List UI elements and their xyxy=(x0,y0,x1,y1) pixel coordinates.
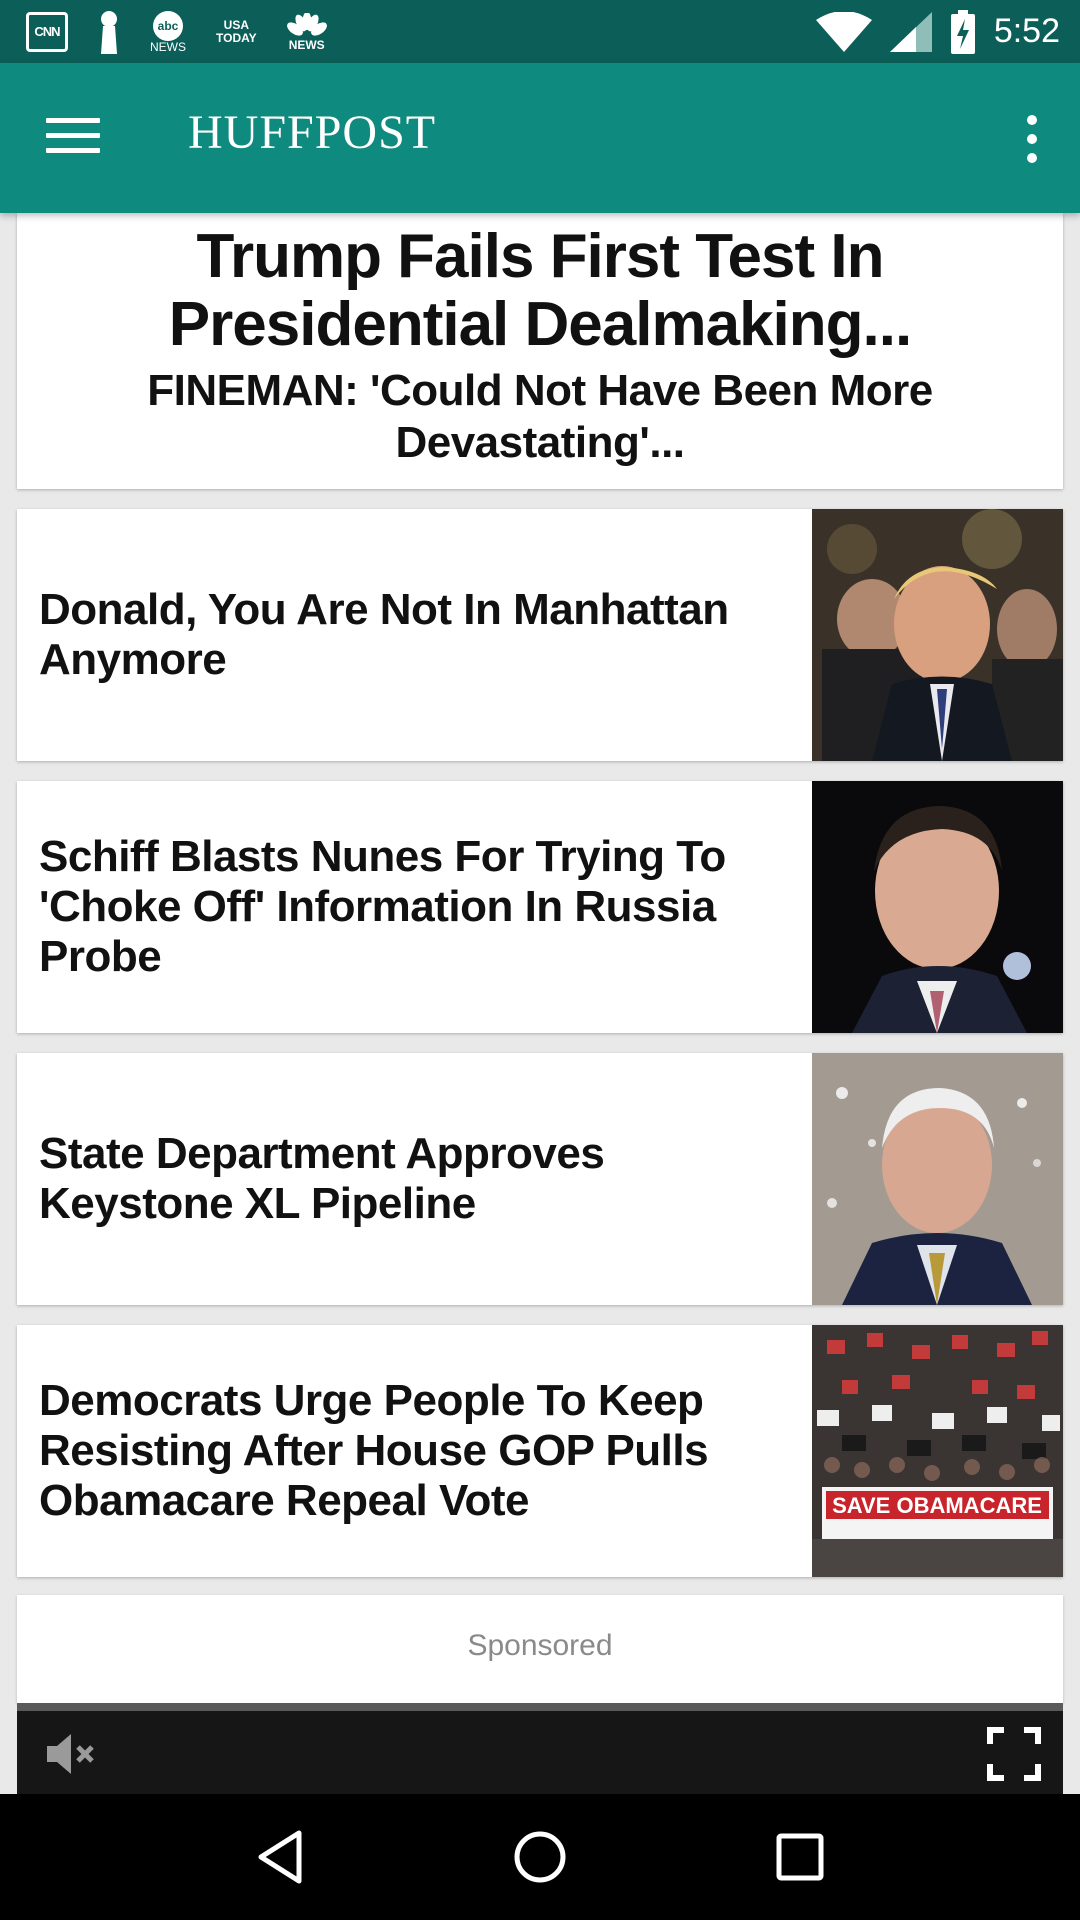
status-bar: CNN abc NEWS USA TODAY NEWS 5:52 xyxy=(0,0,1080,63)
hamburger-menu-icon[interactable] xyxy=(46,118,100,158)
clock: 5:52 xyxy=(993,12,1060,50)
story-thumbnail[interactable] xyxy=(812,509,1063,761)
keyhole-icon xyxy=(98,10,120,54)
sponsored-label: Sponsored xyxy=(17,1595,1063,1703)
story-card[interactable]: State Department Approves Keystone XL Pi… xyxy=(17,1053,1063,1305)
signal-icon xyxy=(889,11,932,52)
abc-news-icon: abc NEWS xyxy=(150,10,186,53)
volume-muted-icon[interactable] xyxy=(43,1731,99,1777)
story-thumbnail[interactable] xyxy=(812,1053,1063,1305)
system-navigation-bar xyxy=(0,1794,1080,1920)
story-headline[interactable]: Donald, You Are Not In Manhattan Anymore xyxy=(39,585,799,685)
story-headline[interactable]: Democrats Urge People To Keep Resisting … xyxy=(39,1376,799,1526)
recents-square-icon[interactable] xyxy=(765,1822,835,1892)
app-bar: HUFFPOST xyxy=(0,63,1080,213)
back-triangle-icon[interactable] xyxy=(245,1822,315,1892)
hero-subheadline[interactable]: FINEMAN: 'Could Not Have Been More Devas… xyxy=(37,365,1043,469)
notification-icons: CNN abc NEWS USA TODAY NEWS xyxy=(26,10,327,54)
nbc-news-icon: NEWS xyxy=(286,12,327,51)
cnn-icon: CNN xyxy=(26,11,68,52)
fullscreen-icon[interactable] xyxy=(987,1727,1041,1781)
protest-banner-text: SAVE OBAMACARE xyxy=(832,1493,1042,1518)
story-headline[interactable]: Schiff Blasts Nunes For Trying To 'Choke… xyxy=(39,832,799,982)
hero-story[interactable]: Trump Fails First Test In Presidential D… xyxy=(17,213,1063,489)
app-title: HUFFPOST xyxy=(188,106,437,159)
usa-today-icon: USA TODAY xyxy=(216,17,257,45)
story-card[interactable]: Schiff Blasts Nunes For Trying To 'Choke… xyxy=(17,781,1063,1033)
more-vertical-icon[interactable] xyxy=(1022,115,1042,163)
system-status: 5:52 xyxy=(815,9,1060,54)
wifi-icon xyxy=(815,11,872,52)
video-progress-bar xyxy=(17,1703,1063,1711)
home-circle-icon[interactable] xyxy=(505,1822,575,1892)
story-thumbnail[interactable]: SAVE OBAMACARE xyxy=(812,1325,1063,1577)
story-card[interactable]: Democrats Urge People To Keep Resisting … xyxy=(17,1325,1063,1577)
screen: CNN abc NEWS USA TODAY NEWS 5:52 HUFFPOS… xyxy=(0,0,1080,1920)
story-thumbnail[interactable] xyxy=(812,781,1063,1033)
story-card[interactable]: Donald, You Are Not In Manhattan Anymore xyxy=(17,509,1063,761)
battery-charging-icon xyxy=(950,9,975,54)
hero-headline[interactable]: Trump Fails First Test In Presidential D… xyxy=(37,223,1043,359)
story-headline[interactable]: State Department Approves Keystone XL Pi… xyxy=(39,1129,799,1229)
